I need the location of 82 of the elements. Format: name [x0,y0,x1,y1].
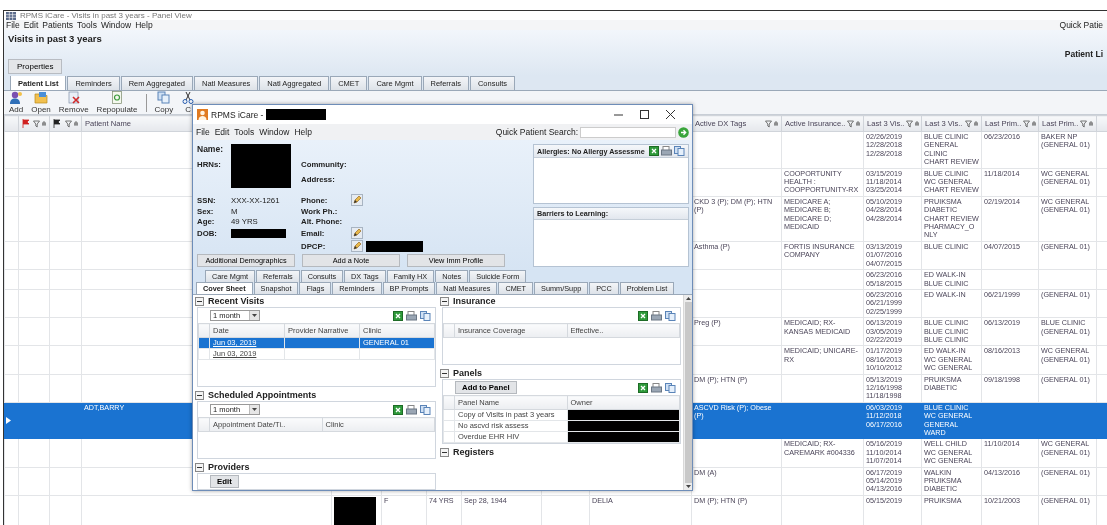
properties-button[interactable]: Properties [8,59,63,74]
pencil-icon [352,241,362,251]
person-icon [9,91,24,104]
menu-item[interactable]: Tools [77,20,101,30]
close-icon [666,110,675,119]
scissors-icon [181,91,196,104]
excel-icon [638,310,648,321]
go-icon [678,126,689,138]
redaction-block [231,144,291,188]
print-icon [406,310,417,321]
minus-icon [442,372,447,374]
collapse-button[interactable] [195,390,204,400]
toolbar-button[interactable]: C [181,91,196,114]
filter-icon [906,119,920,128]
minus-icon [442,451,447,453]
down-arrow-icon [252,314,257,317]
toolbar-button[interactable]: Open [31,91,51,114]
filter-icon [965,119,978,128]
redaction-block [266,109,327,120]
maximize-icon [640,110,649,119]
minus-icon [197,300,202,302]
collapse-button[interactable] [440,368,449,378]
toolbar-button[interactable]: Copy [154,91,174,114]
copy-icon [420,404,431,415]
collapse-button[interactable] [195,296,204,306]
edit-button[interactable] [351,240,363,252]
pencil-icon [352,228,362,238]
person-icon [197,109,208,120]
section-title: Scheduled Appointments [208,390,317,400]
section-title: Registers [453,447,495,457]
print-icon [651,310,662,321]
toolbar-button[interactable]: Repopulate [96,91,138,114]
section-title: Providers [208,462,250,472]
copy-icon [665,310,676,321]
print-icon [651,382,662,393]
folder-icon [34,91,48,104]
excel-icon [393,310,403,321]
print-icon [406,404,417,415]
filter-icon [847,119,861,128]
minus-icon [197,466,202,468]
filter-icon [65,119,78,128]
flag-icon [22,119,30,128]
menu-item[interactable]: Edit [23,20,43,30]
down-arrow-icon [685,485,691,488]
window-title: RPMS iCare - [211,109,264,120]
minus-icon [197,394,202,396]
menu-item[interactable]: Help [135,20,157,30]
section-label: Patient Li [1064,49,1103,59]
section-title: Recent Visits [208,296,265,306]
search-label: Quick Patie [1059,20,1104,30]
collapse-button[interactable] [195,462,204,472]
menu-item[interactable]: Patients [42,20,78,30]
section-title: Panels [453,368,483,378]
panel-title: Visits in past 3 years [8,33,102,44]
search-field[interactable] [580,126,676,138]
copy-icon [674,146,685,156]
filter-icon [33,119,46,128]
window-title: RPMS iCare - Visits in past 3 years - Panel View [20,11,192,20]
field-label: Name: [197,144,224,154]
filter-icon [1080,119,1094,128]
edit-button[interactable] [351,194,363,206]
pencil-icon [352,195,362,205]
copy-icon [665,382,676,393]
edit-button[interactable] [351,227,363,239]
collapse-button[interactable] [440,296,449,306]
filter-icon [1023,119,1037,128]
copy-icon [420,310,431,321]
excel-icon [393,404,403,415]
collapse-button[interactable] [440,447,449,457]
menu-item[interactable]: File [6,20,24,30]
down-arrow-icon [252,408,257,411]
row-pointer-icon [5,417,11,425]
filter-icon [765,119,778,128]
minus-icon [442,300,447,302]
excel-icon [638,382,648,393]
toolbar-button[interactable]: Add [9,91,24,114]
up-arrow-icon [685,297,691,300]
flag-icon [53,119,61,128]
menu-item[interactable]: Window [100,20,136,30]
toolbar-button[interactable]: Remove [58,91,89,114]
section-title: Insurance [453,296,496,306]
scrollbar[interactable] [683,295,692,490]
